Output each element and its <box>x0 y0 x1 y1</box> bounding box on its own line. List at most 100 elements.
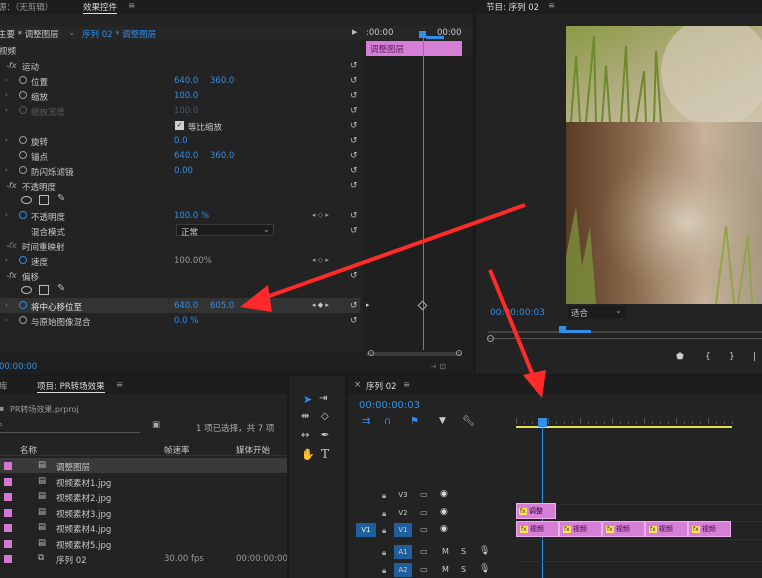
chevron-right-icon[interactable]: › <box>5 301 8 309</box>
project-search-input[interactable]: ⌕ <box>0 420 140 433</box>
position-y-value[interactable]: 360.0 <box>210 76 234 86</box>
stopwatch-icon[interactable] <box>19 256 27 264</box>
timeline-timecode[interactable]: 00:00:00:03 <box>359 400 420 411</box>
label-color-swatch[interactable] <box>4 493 12 501</box>
eye-icon[interactable]: ◉ <box>440 489 448 499</box>
pen-tool-icon[interactable]: ✒ <box>321 430 329 441</box>
ellipse-mask-icon[interactable] <box>21 196 32 204</box>
blend-mode-select[interactable]: 正常 ⌄ <box>176 224 274 238</box>
blend-original-value[interactable]: 0.0 % <box>174 316 198 326</box>
chevron-right-icon[interactable]: › <box>5 316 8 324</box>
blend-mode-row[interactable]: 混合模式 正常 ⌄ ↺ <box>0 223 360 238</box>
nest-sequence-icon[interactable]: ⇉ <box>362 416 370 427</box>
master-clip-label[interactable]: 主要 * 调整图层 <box>0 28 59 40</box>
sync-lock-icon[interactable]: ▭ <box>420 490 428 499</box>
sync-lock-icon[interactable]: ▭ <box>420 525 428 534</box>
label-color-swatch[interactable] <box>4 555 12 563</box>
add-marker-icon[interactable]: ▼ <box>439 416 446 426</box>
mark-out-icon[interactable]: } <box>729 352 735 362</box>
stopwatch-icon[interactable] <box>19 136 27 144</box>
track-header-v1[interactable]: V1 🔒︎ V1 ▭ ◉ <box>348 523 516 539</box>
anchor-y-value[interactable]: 360.0 <box>210 151 234 161</box>
play-only-icon[interactable]: ▶ <box>352 28 357 36</box>
zoom-select[interactable]: 适合 ⌄ <box>568 306 626 319</box>
program-timecode[interactable]: 00:00:00:03 <box>490 308 545 318</box>
track-select-tool-icon[interactable]: ⇥ <box>319 393 327 404</box>
project-item-row[interactable]: ⧉ 序列 02 30.00 fps 00:00:00:00 <box>0 551 287 566</box>
eye-icon[interactable]: ◉ <box>440 524 448 534</box>
position-row[interactable]: › 位置 640.0 360.0 ↺ <box>0 73 360 88</box>
chevron-right-icon[interactable]: › <box>5 166 8 174</box>
mark-in-icon[interactable]: { <box>705 352 711 362</box>
track-header-v3[interactable]: 🔒︎ V3 ▭ ◉ <box>348 488 516 504</box>
reset-icon[interactable]: ↺ <box>350 121 358 131</box>
panel-menu-icon[interactable]: ≡ <box>548 1 555 11</box>
reset-icon[interactable]: ↺ <box>350 271 358 281</box>
tab-sequence[interactable]: 序列 02 <box>366 380 397 392</box>
navigator-handle[interactable] <box>487 335 494 342</box>
reset-icon[interactable]: ↺ <box>350 181 358 191</box>
timeline-ruler[interactable] <box>516 414 762 428</box>
ripple-edit-tool-icon[interactable]: ⇹ <box>301 411 309 422</box>
anchor-row[interactable]: 锚点 640.0 360.0 ↺ <box>0 148 360 163</box>
project-item-row[interactable]: ▤ 调整图层 <box>0 458 287 473</box>
time-remap-row[interactable]: ⌄ fx 时间重映射 <box>0 238 360 253</box>
effect-offset-row[interactable]: ⌄ fx 偏移 ↺ <box>0 268 360 283</box>
effect-opacity-row[interactable]: ⌄ fx 不透明度 ↺ <box>0 178 360 193</box>
type-tool-icon[interactable]: T <box>321 447 329 461</box>
program-video-frame[interactable] <box>566 26 762 304</box>
sync-lock-icon[interactable]: ▭ <box>420 565 428 574</box>
project-item-row[interactable]: ▤ 视频素材4.jpg <box>0 520 287 535</box>
uniform-scale-row[interactable]: ✓ 等比缩放 ↺ <box>0 118 360 133</box>
ec-timeline-clip[interactable]: 调整图层 <box>366 41 462 56</box>
lock-icon[interactable]: 🔒︎ <box>382 491 386 501</box>
chevron-right-icon[interactable]: › <box>5 91 8 99</box>
rectangle-mask-icon[interactable] <box>39 285 49 295</box>
ec-zoom-scrollbar[interactable] <box>366 352 462 356</box>
speed-value[interactable]: 100.00% <box>174 256 212 266</box>
effect-motion-row[interactable]: ⌄ fx 运动 ↺ <box>0 58 360 73</box>
stopwatch-icon[interactable] <box>19 76 27 84</box>
track-name[interactable]: A1 <box>394 545 412 559</box>
program-monitor-title[interactable]: 节目: 序列 02 <box>486 1 539 13</box>
uniform-scale-checkbox[interactable]: ✓ <box>175 121 184 130</box>
project-item-row[interactable]: ▤ 视频素材2.jpg <box>0 489 287 504</box>
tab-source[interactable]: 源：（无剪辑） <box>0 1 53 13</box>
shift-center-row[interactable]: › 将中心移位至 640.0 605.0 ◂ ◆ ▸ ↺ <box>0 298 360 313</box>
scale-value[interactable]: 100.0 <box>174 91 198 101</box>
wrench-icon[interactable]: 🔧︎ <box>462 416 475 427</box>
reset-icon[interactable]: ↺ <box>350 151 358 161</box>
microphone-icon[interactable]: 🎙︎ <box>479 564 490 574</box>
stopwatch-icon[interactable] <box>19 316 27 324</box>
keyframe-nav-icon[interactable]: ◂ ◆ ▸ <box>312 301 329 309</box>
reset-icon[interactable]: ↺ <box>350 166 358 176</box>
solo-track-button[interactable]: S <box>461 547 466 556</box>
fx-icon[interactable]: fx <box>9 181 17 190</box>
tab-libraries[interactable]: 库 <box>0 380 8 392</box>
blend-original-row[interactable]: › 与原始图像混合 0.0 % ↺ <box>0 313 360 328</box>
scroll-handle-right[interactable] <box>456 350 462 356</box>
stopwatch-icon[interactable] <box>19 91 27 99</box>
selection-tool-icon[interactable]: ➤ <box>303 393 312 406</box>
scale-row[interactable]: › 缩放 100.0 ↺ <box>0 88 360 103</box>
sync-lock-icon[interactable]: ▭ <box>420 547 428 556</box>
ellipse-mask-icon[interactable] <box>21 286 32 294</box>
mute-track-button[interactable]: M <box>442 565 449 574</box>
scroll-handle-left[interactable] <box>368 350 374 356</box>
flicker-row[interactable]: › 防闪烁滤镜 0.00 ↺ <box>0 163 360 178</box>
project-item-row[interactable]: ▤ 视频素材3.jpg <box>0 505 287 520</box>
pen-mask-icon[interactable]: ✎ <box>57 193 65 204</box>
flicker-value[interactable]: 0.00 <box>174 166 193 176</box>
chevron-down-icon[interactable]: ⌄ <box>68 28 75 38</box>
snap-icon[interactable]: ∩ <box>384 416 391 427</box>
col-fps[interactable]: 帧速率 <box>164 444 190 456</box>
microphone-icon[interactable]: 🎙︎ <box>479 546 490 556</box>
col-name[interactable]: 名称 <box>20 444 37 456</box>
mute-track-button[interactable]: M <box>442 547 449 556</box>
label-color-swatch[interactable] <box>4 524 12 532</box>
video-clip[interactable]: fx 视频 <box>645 521 688 537</box>
ec-playhead-handle[interactable] <box>419 31 426 38</box>
reset-icon[interactable]: ↺ <box>350 106 358 116</box>
pen-mask-icon[interactable]: ✎ <box>57 283 65 294</box>
video-clip[interactable]: fx 视频 <box>688 521 731 537</box>
